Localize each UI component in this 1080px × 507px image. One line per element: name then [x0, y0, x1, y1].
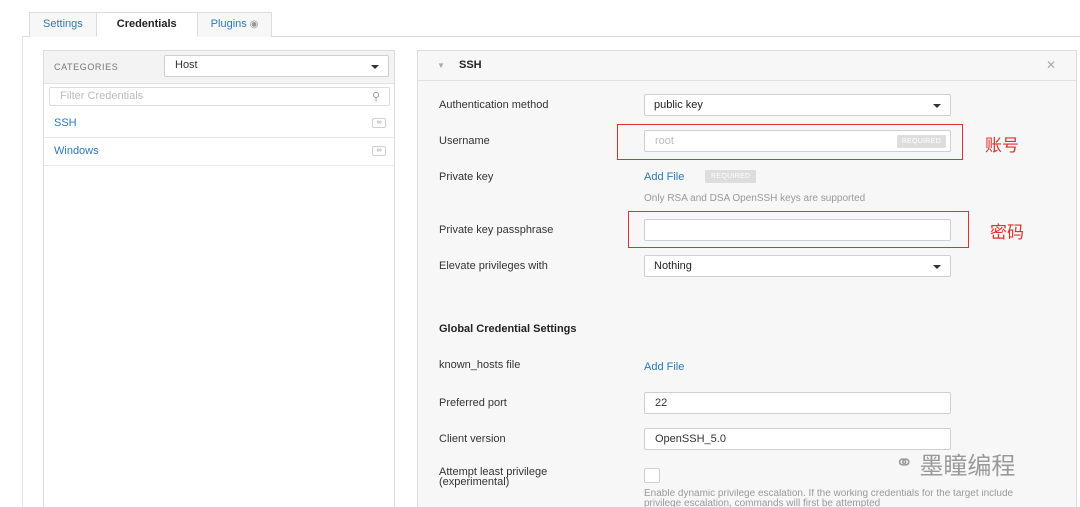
known-hosts-label: known_hosts file	[439, 359, 521, 371]
tab-plugins-label: Plugins	[210, 18, 247, 30]
chevron-down-icon	[933, 104, 941, 108]
username-annotation: 账号	[985, 136, 1019, 156]
password-annotation: 密码	[990, 223, 1024, 243]
categories-bar: CATEGORIES Host	[44, 51, 394, 84]
tab-bar: Settings Credentials Plugins ◉	[29, 12, 273, 37]
tab-credentials[interactable]: Credentials	[95, 12, 198, 37]
link-icon[interactable]: ∞	[372, 118, 386, 128]
global-settings-heading: Global Credential Settings	[439, 323, 577, 335]
auth-method-select[interactable]: public key	[644, 94, 951, 116]
elevate-label: Elevate privileges with	[439, 260, 548, 272]
credential-item-ssh[interactable]: SSH ∞	[44, 110, 394, 138]
least-privilege-label: Attempt least privilege (experimental)	[439, 466, 548, 488]
watermark-text: 墨瞳编程	[919, 452, 1016, 480]
chevron-down-icon	[933, 265, 941, 269]
wechat-icon: ⚭	[895, 451, 914, 476]
tab-credentials-label: Credentials	[116, 18, 177, 30]
elevate-select[interactable]: Nothing	[644, 255, 951, 277]
tab-settings[interactable]: Settings	[29, 12, 97, 37]
tab-plugins[interactable]: Plugins ◉	[196, 12, 273, 37]
elevate-value: Nothing	[654, 260, 692, 272]
ssh-section-title: SSH	[459, 59, 482, 71]
ssh-section-header[interactable]: ▼ SSH ✕	[418, 51, 1076, 81]
username-highlight-box	[617, 124, 963, 160]
watermark: ⚭ 墨瞳编程	[895, 446, 1015, 481]
categories-label: CATEGORIES	[54, 62, 119, 72]
passphrase-label: Private key passphrase	[439, 224, 554, 236]
known-hosts-add-file-link[interactable]: Add File	[644, 361, 684, 373]
credential-item-label: Windows	[54, 145, 99, 157]
link-icon[interactable]: ∞	[372, 146, 386, 156]
client-version-value: OpenSSH_5.0	[655, 433, 726, 445]
credential-item-label: SSH	[54, 117, 77, 129]
preferred-port-value: 22	[655, 397, 668, 409]
search-icon: ⚲	[371, 91, 380, 103]
filter-credentials-input[interactable]: Filter Credentials ⚲	[49, 87, 390, 106]
credential-item-windows[interactable]: Windows ∞	[44, 138, 394, 166]
username-label: Username	[439, 135, 490, 147]
private-key-add-file-link[interactable]: Add File	[644, 171, 684, 183]
auth-method-label: Authentication method	[439, 99, 549, 111]
category-select-value: Host	[175, 59, 198, 71]
filter-placeholder: Filter Credentials	[60, 90, 144, 102]
password-highlight-box	[628, 211, 969, 248]
auth-method-value: public key	[654, 99, 703, 111]
preferred-port-input[interactable]: 22	[644, 392, 951, 414]
collapse-triangle-icon[interactable]: ▼	[437, 61, 445, 70]
private-key-label: Private key	[439, 171, 494, 183]
eye-icon: ◉	[249, 19, 259, 30]
close-icon[interactable]: ✕	[1046, 58, 1056, 72]
content-border	[22, 36, 23, 507]
preferred-port-label: Preferred port	[439, 397, 507, 409]
tab-settings-label: Settings	[43, 18, 83, 30]
least-privilege-help: Enable dynamic privilege escalation. If …	[644, 489, 1014, 507]
category-select[interactable]: Host	[164, 55, 389, 77]
private-key-help: Only RSA and DSA OpenSSH keys are suppor…	[644, 193, 866, 204]
client-version-label: Client version	[439, 433, 506, 445]
chevron-down-icon	[371, 65, 379, 69]
required-badge: REQUIRED	[705, 170, 757, 183]
least-privilege-checkbox[interactable]	[644, 468, 660, 483]
credentials-list-panel: CATEGORIES Host Filter Credentials ⚲ SSH…	[43, 50, 395, 507]
